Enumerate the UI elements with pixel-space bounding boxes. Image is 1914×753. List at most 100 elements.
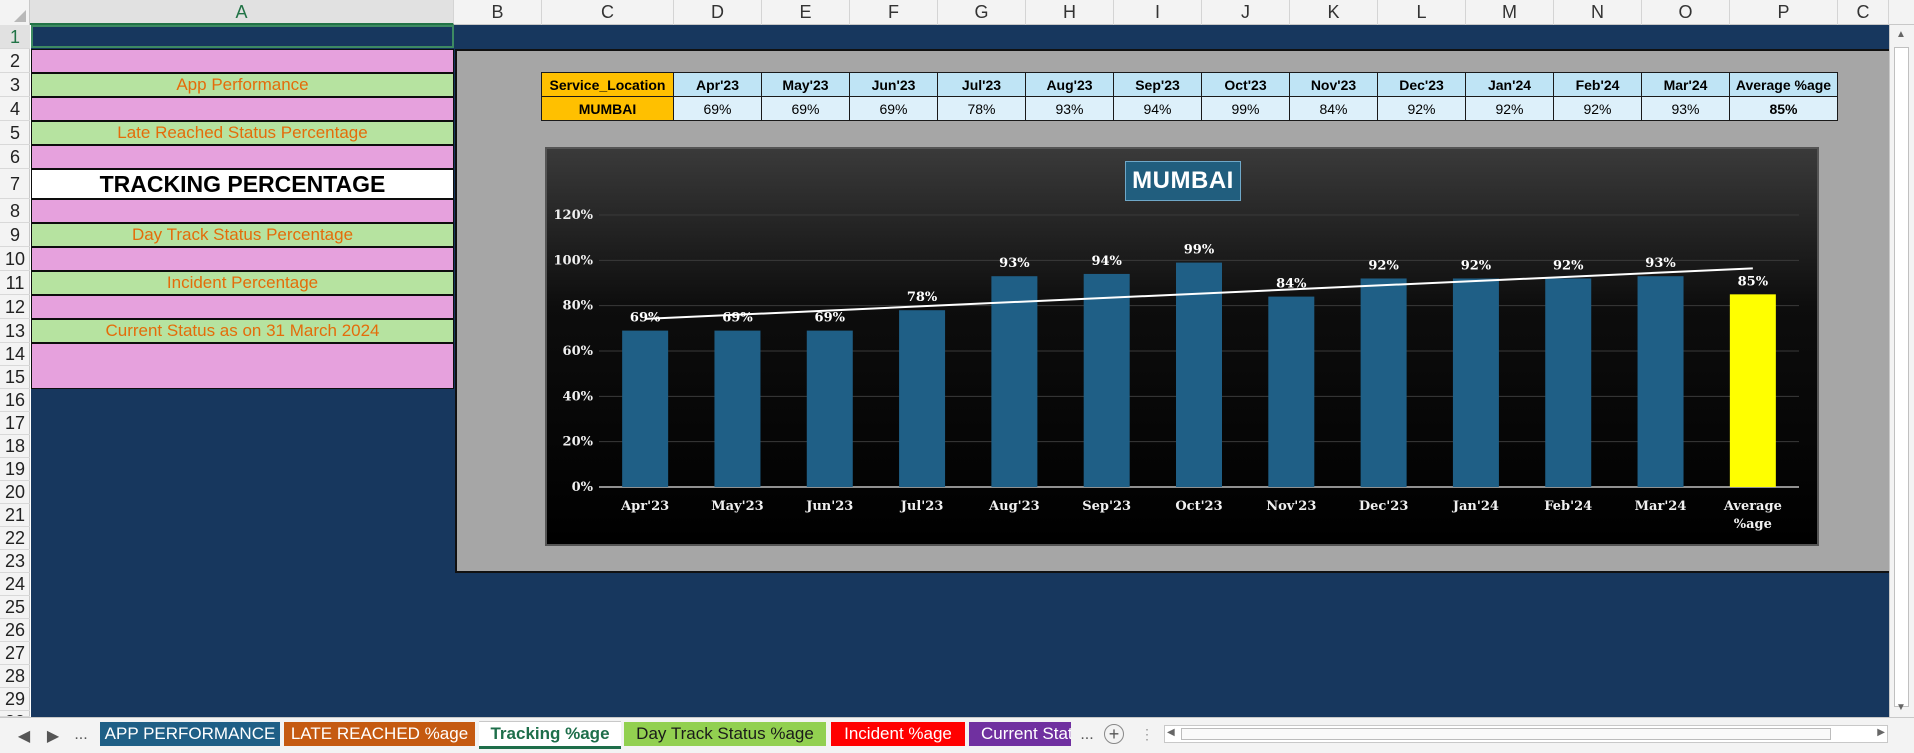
row-header-23[interactable]: 23 <box>0 550 30 573</box>
column-header-c[interactable]: C <box>542 0 674 25</box>
column-header-b[interactable]: B <box>454 0 542 25</box>
next-sheet-icon[interactable]: ▶ <box>42 726 64 746</box>
row-header-21[interactable]: 21 <box>0 504 30 527</box>
row-header-29[interactable]: 29 <box>0 688 30 711</box>
column-header-p[interactable]: P <box>1730 0 1838 25</box>
more-sheets-right[interactable]: ... <box>1076 726 1098 744</box>
tab-incident[interactable]: Incident %age <box>831 722 965 746</box>
column-header-h[interactable]: H <box>1026 0 1114 25</box>
row-header-11[interactable]: 11 <box>0 271 30 295</box>
row-header-18[interactable]: 18 <box>0 435 30 458</box>
tab-app-performance[interactable]: APP PERFORMANCE <box>100 722 280 746</box>
column-header-d[interactable]: D <box>674 0 762 25</box>
row-header-20[interactable]: 20 <box>0 481 30 504</box>
column-header-o[interactable]: O <box>1642 0 1730 25</box>
table-cell: 93% <box>1641 96 1730 121</box>
scroll-up-arrow-icon[interactable]: ▲ <box>1896 29 1906 40</box>
tracking-chart[interactable]: 0% 20% 40% 60% 80% 100% 120% 69% Apr'23 69% May'23… <box>545 147 1819 546</box>
row-header-2[interactable]: 2 <box>0 49 30 73</box>
column-header-j[interactable]: J <box>1202 0 1290 25</box>
row-header-14[interactable]: 14 <box>0 343 30 366</box>
tab-late-reached[interactable]: LATE REACHED %age <box>284 722 475 746</box>
column-header-row: A B C D E F G H I J K L M N O P C <box>0 0 1914 25</box>
more-sheets-left[interactable]: ... <box>70 726 92 744</box>
column-header-m[interactable]: M <box>1466 0 1554 25</box>
row-header-6[interactable]: 6 <box>0 145 30 169</box>
row-header-25[interactable]: 25 <box>0 596 30 619</box>
column-header-a[interactable]: A <box>30 0 454 25</box>
cell-a12[interactable] <box>31 295 454 319</box>
vertical-scroll-thumb[interactable] <box>1894 47 1909 707</box>
table-cell: 69% <box>849 96 938 121</box>
row-header-24[interactable]: 24 <box>0 573 30 596</box>
row-header-12[interactable]: 12 <box>0 295 30 319</box>
row-header-7[interactable]: 7 <box>0 169 30 199</box>
row-header-10[interactable]: 10 <box>0 247 30 271</box>
column-header-e[interactable]: E <box>762 0 850 25</box>
day-track-link[interactable]: Day Track Status Percentage <box>31 223 454 247</box>
selected-cell-a1[interactable] <box>31 25 454 48</box>
tab-splitter-icon[interactable]: ⋮ <box>1140 726 1154 743</box>
tab-current-status[interactable]: Current Stat <box>969 722 1071 746</box>
chart-bar <box>1268 296 1315 487</box>
column-header-l[interactable]: L <box>1378 0 1466 25</box>
row-header-16[interactable]: 16 <box>0 389 30 412</box>
x-tick-label: Sep'23 <box>1082 499 1131 514</box>
column-header-i[interactable]: I <box>1114 0 1202 25</box>
horizontal-scrollbar[interactable]: ◀ ▶ <box>1164 725 1888 743</box>
row-header-1[interactable]: 1 <box>0 25 30 49</box>
vertical-scrollbar[interactable]: ▲ ▼ <box>1889 25 1914 717</box>
cell-a6[interactable] <box>31 145 454 169</box>
data-label: 93% <box>999 256 1030 271</box>
row-header-22[interactable]: 22 <box>0 527 30 550</box>
scroll-left-arrow-icon[interactable]: ◀ <box>1167 727 1175 738</box>
chart-bar <box>1083 273 1130 487</box>
x-tick-label: Average %age <box>1723 499 1782 532</box>
scroll-right-arrow-icon[interactable]: ▶ <box>1877 727 1885 738</box>
cell-a4[interactable] <box>31 97 454 121</box>
row-header-3[interactable]: 3 <box>0 73 30 97</box>
row-header-19[interactable]: 19 <box>0 458 30 481</box>
chart-bar <box>806 330 853 487</box>
row-header-8[interactable]: 8 <box>0 199 30 223</box>
column-header-next[interactable]: C <box>1838 0 1889 25</box>
data-label: 78% <box>907 290 938 305</box>
prev-sheet-icon[interactable]: ◀ <box>13 726 35 746</box>
column-header-g[interactable]: G <box>938 0 1026 25</box>
row-header-26[interactable]: 26 <box>0 619 30 642</box>
tab-day-track-status[interactable]: Day Track Status %age <box>624 722 826 746</box>
cell-a10[interactable] <box>31 247 454 271</box>
y-tick-label: 100% <box>554 253 594 268</box>
chart-bar <box>991 276 1038 487</box>
late-reached-link[interactable]: Late Reached Status Percentage <box>31 121 454 145</box>
incident-link[interactable]: Incident Percentage <box>31 271 454 295</box>
app-performance-link[interactable]: App Performance <box>31 73 454 97</box>
row-header-5[interactable]: 5 <box>0 121 30 145</box>
column-header-k[interactable]: K <box>1290 0 1378 25</box>
tracking-percentage-heading[interactable]: TRACKING PERCENTAGE <box>31 169 454 199</box>
table-cell: 84% <box>1289 96 1378 121</box>
add-sheet-icon[interactable]: + <box>1104 724 1124 744</box>
chart-bar <box>622 330 669 487</box>
row-header-9[interactable]: 9 <box>0 223 30 247</box>
row-header-13[interactable]: 13 <box>0 319 30 343</box>
row-header-27[interactable]: 27 <box>0 642 30 665</box>
column-header-f[interactable]: F <box>850 0 938 25</box>
tab-tracking[interactable]: Tracking %age <box>479 722 621 749</box>
column-header-n[interactable]: N <box>1554 0 1642 25</box>
cell-a14-a15[interactable] <box>31 343 454 389</box>
chart-bar <box>1452 278 1499 487</box>
row-header-28[interactable]: 28 <box>0 665 30 688</box>
current-status-link[interactable]: Current Status as on 31 March 2024 <box>31 319 454 343</box>
row-header-17[interactable]: 17 <box>0 412 30 435</box>
select-all-corner[interactable] <box>0 0 30 25</box>
cell-a2[interactable] <box>31 49 454 73</box>
x-tick-label: May'23 <box>711 499 763 514</box>
cell-a8[interactable] <box>31 199 454 223</box>
table-cell: 93% <box>1025 96 1114 121</box>
scroll-down-arrow-icon[interactable]: ▼ <box>1896 702 1906 713</box>
row-header-4[interactable]: 4 <box>0 97 30 121</box>
x-tick-label: Aug'23 <box>988 499 1040 514</box>
horizontal-scroll-thumb[interactable] <box>1181 728 1831 740</box>
row-header-15[interactable]: 15 <box>0 366 30 389</box>
